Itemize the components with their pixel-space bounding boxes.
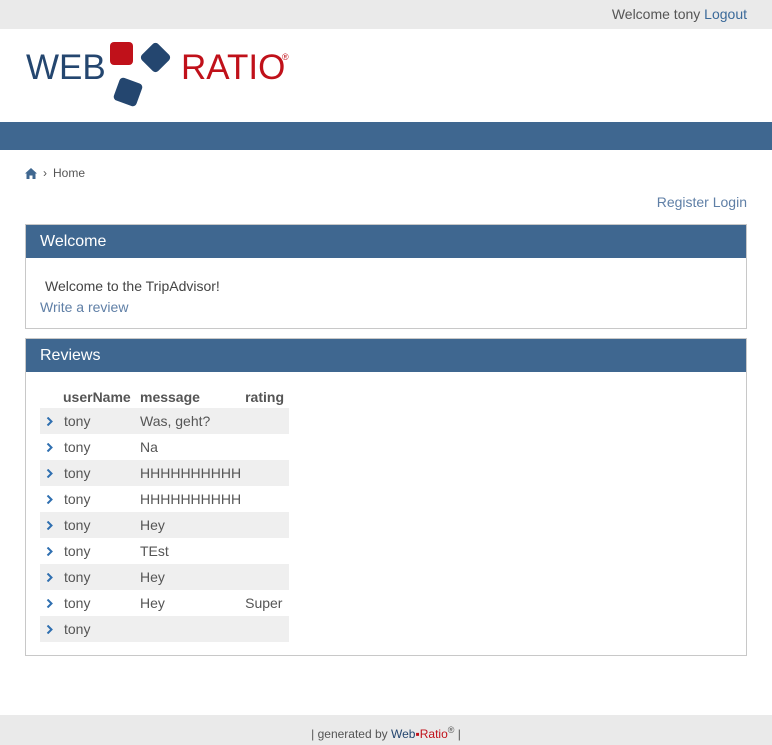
review-row: tony Hey Super xyxy=(40,590,289,616)
write-review-link[interactable]: Write a review xyxy=(40,299,128,315)
column-header-spacer xyxy=(40,386,63,408)
user-greeting: Welcome tony Logout xyxy=(612,6,747,22)
breadcrumb-home[interactable]: Home xyxy=(53,166,85,180)
header-banner xyxy=(0,122,772,150)
reviews-panel: Reviews userName message rating tony Was,… xyxy=(25,338,747,656)
column-header-username[interactable]: userName xyxy=(63,386,140,408)
review-row: tony HHHHHHHHHH xyxy=(40,460,290,486)
logo-text-web: WEB xyxy=(26,48,106,87)
review-row: tony TEst xyxy=(40,538,289,564)
review-username: tony xyxy=(63,564,140,590)
row-chevron-right-icon[interactable] xyxy=(40,564,63,590)
reviews-table: userName message rating tony Was, geht? to… xyxy=(40,386,290,642)
top-bar: Welcome tony Logout xyxy=(0,0,772,29)
review-rating xyxy=(245,538,289,564)
footer: | generated by Web▪Ratio® | xyxy=(0,715,772,745)
home-icon[interactable] xyxy=(25,167,37,179)
row-chevron-right-icon[interactable] xyxy=(40,616,63,642)
logo-registered-mark: ® xyxy=(282,52,289,62)
logo-square-navy-right xyxy=(139,41,172,74)
review-message: HHHHHHHHHH xyxy=(140,491,242,507)
review-rating xyxy=(245,460,290,486)
column-header-message[interactable]: message xyxy=(140,386,245,408)
review-username: tony xyxy=(63,460,140,486)
review-rating: Super xyxy=(245,595,283,611)
footer-suffix: | xyxy=(454,727,461,741)
footer-prefix: | generated by xyxy=(311,727,391,741)
review-row: tony Was, geht? xyxy=(40,408,290,434)
review-row: tony Hey xyxy=(40,512,290,538)
row-chevron-right-icon[interactable] xyxy=(40,408,63,434)
review-username: tony xyxy=(64,491,91,507)
welcome-text: Welcome tony xyxy=(611,6,701,22)
row-chevron-right-icon[interactable] xyxy=(40,486,63,512)
welcome-panel-title: Welcome xyxy=(26,225,746,258)
review-message: Hey xyxy=(140,595,165,611)
reviews-header-row: userName message rating xyxy=(40,386,289,408)
review-rating xyxy=(245,486,289,512)
logo-text-ratio: RATIO xyxy=(181,48,286,87)
breadcrumb: › Home xyxy=(25,166,85,180)
review-username: tony xyxy=(64,439,91,455)
row-chevron-right-icon[interactable] xyxy=(40,538,63,564)
review-message: Hey xyxy=(140,512,246,538)
logo-square-navy-bottom xyxy=(112,76,144,108)
row-chevron-right-icon[interactable] xyxy=(40,590,63,616)
review-message xyxy=(140,616,246,642)
review-rating xyxy=(245,408,290,434)
review-row: tony Na xyxy=(40,434,289,460)
review-row: tony Hey xyxy=(40,564,290,590)
column-header-rating[interactable]: rating xyxy=(245,386,289,408)
review-username: tony xyxy=(63,616,140,642)
review-username: tony xyxy=(63,512,140,538)
row-chevron-right-icon[interactable] xyxy=(40,512,63,538)
review-message: TEst xyxy=(140,543,169,559)
reviews-panel-title: Reviews xyxy=(26,339,746,372)
login-link[interactable]: Login xyxy=(713,194,747,210)
review-row: tony HHHHHHHHHH xyxy=(40,486,289,512)
webratio-logo[interactable]: WEB RATIO ® xyxy=(26,40,306,110)
row-chevron-right-icon[interactable] xyxy=(40,460,63,486)
row-chevron-right-icon[interactable] xyxy=(40,434,63,460)
register-link[interactable]: Register xyxy=(657,194,709,210)
footer-brand-web[interactable]: Web xyxy=(391,727,415,741)
review-message: HHHHHHHHHH xyxy=(140,460,246,486)
logo-square-red xyxy=(110,42,133,65)
review-username: tony xyxy=(63,408,140,434)
review-rating xyxy=(245,564,290,590)
breadcrumb-separator: › xyxy=(43,166,47,180)
review-message: Hey xyxy=(140,564,246,590)
welcome-panel: Welcome Welcome to the TripAdvisor! Writ… xyxy=(25,224,747,329)
logout-link[interactable]: Logout xyxy=(704,6,747,22)
review-rating xyxy=(245,616,290,642)
review-username: tony xyxy=(64,595,91,611)
review-message: Was, geht? xyxy=(140,408,246,434)
review-rating xyxy=(245,434,289,460)
review-row: tony xyxy=(40,616,290,642)
review-rating xyxy=(245,512,290,538)
welcome-message: Welcome to the TripAdvisor! xyxy=(45,278,220,294)
auth-links: Register Login xyxy=(657,194,747,210)
review-message: Na xyxy=(140,439,158,455)
review-username: tony xyxy=(64,543,91,559)
footer-brand-ratio[interactable]: Ratio xyxy=(420,727,448,741)
